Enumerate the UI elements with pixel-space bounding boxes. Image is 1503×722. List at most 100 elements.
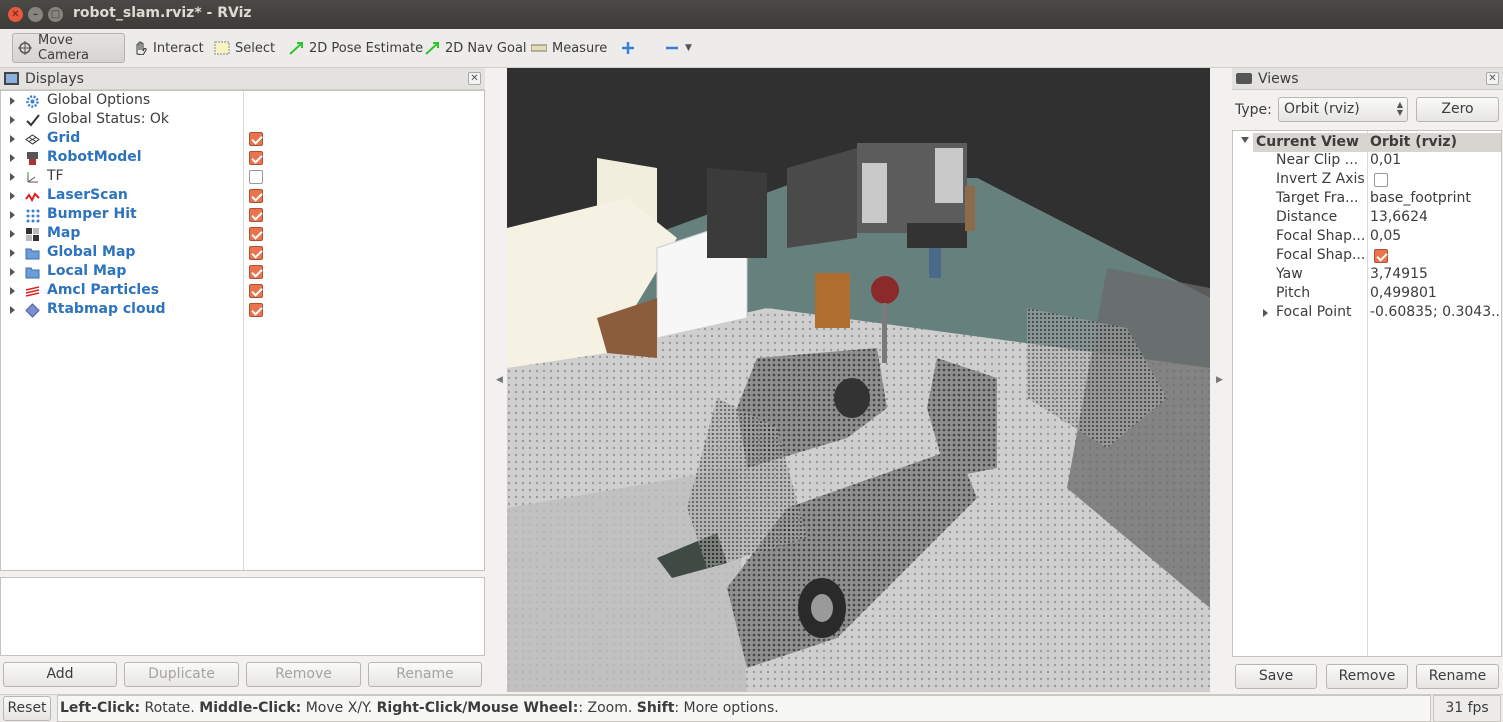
- robot-icon: [25, 151, 40, 166]
- displays-tree[interactable]: Global Options Global Status: Ok Grid Robot…: [0, 90, 485, 571]
- hint-left-click: Left-Click:: [60, 700, 141, 716]
- enable-checkbox[interactable]: [249, 227, 263, 241]
- enable-checkbox[interactable]: [249, 265, 263, 279]
- move-camera-icon: [17, 41, 33, 55]
- enable-checkbox[interactable]: [249, 132, 263, 146]
- view-property-row[interactable]: Target Fra... base_footprint: [1233, 190, 1501, 209]
- measure-button[interactable]: Measure: [527, 33, 611, 63]
- particles-icon: [25, 284, 40, 299]
- enable-checkbox[interactable]: [249, 151, 263, 165]
- expand-arrow-icon[interactable]: [10, 192, 15, 200]
- expand-arrow-icon[interactable]: [10, 306, 15, 314]
- view-type-select[interactable]: Orbit (rviz) ▲ ▼: [1278, 97, 1408, 122]
- view-property-row[interactable]: Near Clip ... 0,01: [1233, 152, 1501, 171]
- display-item[interactable]: RobotModel: [1, 149, 484, 168]
- zero-button[interactable]: Zero: [1416, 97, 1499, 122]
- property-key: Invert Z Axis: [1276, 171, 1365, 187]
- display-item[interactable]: Local Map: [1, 263, 484, 282]
- current-view-value: Orbit (rviz): [1370, 134, 1457, 150]
- display-item-label: Local Map: [47, 263, 127, 279]
- expand-arrow-icon[interactable]: [10, 230, 15, 238]
- property-value[interactable]: 13,6624: [1370, 209, 1500, 225]
- enable-checkbox[interactable]: [249, 189, 263, 203]
- display-item[interactable]: Global Map: [1, 244, 484, 263]
- green-arrow-icon: [424, 41, 440, 55]
- property-value[interactable]: 0,05: [1370, 228, 1500, 244]
- hand-icon: [132, 41, 148, 56]
- remove-tool-button[interactable]: ▼: [660, 33, 696, 63]
- close-icon[interactable]: ✕: [1486, 72, 1499, 85]
- enable-checkbox[interactable]: [249, 246, 263, 260]
- map-icon: [25, 227, 40, 242]
- property-key: Focal Shap...: [1276, 228, 1366, 244]
- display-item[interactable]: Grid: [1, 130, 484, 149]
- displays-title: Displays: [25, 70, 84, 87]
- enable-checkbox[interactable]: [249, 303, 263, 317]
- expand-arrow-icon[interactable]: [1241, 137, 1249, 143]
- view-property-row[interactable]: Pitch 0,499801: [1233, 285, 1501, 304]
- view-property-row[interactable]: Yaw 3,74915: [1233, 266, 1501, 285]
- window-minimize-icon[interactable]: –: [28, 7, 43, 22]
- views-remove-button[interactable]: Remove: [1326, 664, 1408, 689]
- window-title: robot_slam.rviz* - RViz: [73, 5, 252, 21]
- save-button[interactable]: Save: [1235, 664, 1317, 689]
- rename-button[interactable]: Rename: [368, 662, 482, 687]
- property-value[interactable]: 0,01: [1370, 152, 1500, 168]
- expand-arrow-icon[interactable]: [10, 135, 15, 143]
- collapse-right-icon[interactable]: ▶: [1216, 375, 1223, 385]
- expand-arrow-icon[interactable]: [10, 173, 15, 181]
- display-item[interactable]: Map: [1, 225, 484, 244]
- display-item[interactable]: Global Status: Ok: [1, 111, 484, 130]
- view-property-row[interactable]: Invert Z Axis: [1233, 171, 1501, 190]
- collapse-left-icon[interactable]: ◀: [496, 375, 503, 385]
- property-checkbox[interactable]: [1374, 173, 1388, 187]
- view-property-row[interactable]: Focal Point -0.60835; 0.3043...: [1233, 304, 1501, 323]
- select-button[interactable]: Select: [210, 33, 279, 63]
- nav-goal-button[interactable]: 2D Nav Goal: [420, 33, 531, 63]
- expand-arrow-icon[interactable]: [10, 154, 15, 162]
- fps-counter: 31 fps: [1433, 695, 1501, 722]
- folder-icon: [25, 265, 40, 280]
- property-checkbox[interactable]: [1374, 249, 1388, 263]
- add-tool-button[interactable]: [616, 33, 640, 63]
- display-item[interactable]: Global Options: [1, 92, 484, 111]
- expand-arrow-icon[interactable]: [10, 211, 15, 219]
- expand-arrow-icon[interactable]: [10, 97, 15, 105]
- views-property-tree[interactable]: Current View Orbit (rviz) Near Clip ... 0…: [1232, 130, 1502, 657]
- display-item[interactable]: Rtabmap cloud: [1, 301, 484, 320]
- view-property-row[interactable]: Focal Shap... 0,05: [1233, 228, 1501, 247]
- move-camera-button[interactable]: Move Camera: [12, 33, 125, 63]
- view-property-row[interactable]: Distance 13,6624: [1233, 209, 1501, 228]
- expand-arrow-icon[interactable]: [10, 116, 15, 124]
- current-view-header[interactable]: Current View Orbit (rviz): [1253, 133, 1501, 152]
- property-value[interactable]: 0,499801: [1370, 285, 1500, 301]
- hint-rotate: Rotate.: [140, 700, 200, 716]
- close-icon[interactable]: ✕: [468, 72, 481, 85]
- expand-arrow-icon[interactable]: [10, 249, 15, 257]
- pose-estimate-button[interactable]: 2D Pose Estimate: [284, 33, 427, 63]
- remove-button[interactable]: Remove: [246, 662, 361, 687]
- expand-arrow-icon[interactable]: [10, 287, 15, 295]
- expand-arrow-icon[interactable]: [1263, 309, 1268, 317]
- property-value[interactable]: -0.60835; 0.3043...: [1370, 304, 1500, 320]
- enable-checkbox[interactable]: [249, 208, 263, 222]
- display-item[interactable]: LaserScan: [1, 187, 484, 206]
- display-item[interactable]: TF: [1, 168, 484, 187]
- property-value[interactable]: 3,74915: [1370, 266, 1500, 282]
- 3d-render-viewport[interactable]: [507, 68, 1210, 692]
- display-item-label: Global Map: [47, 244, 136, 260]
- display-item[interactable]: Amcl Particles: [1, 282, 484, 301]
- view-property-row[interactable]: Focal Shap...: [1233, 247, 1501, 266]
- enable-checkbox[interactable]: [249, 170, 263, 184]
- enable-checkbox[interactable]: [249, 284, 263, 298]
- expand-arrow-icon[interactable]: [10, 268, 15, 276]
- views-rename-button[interactable]: Rename: [1416, 664, 1499, 689]
- add-button[interactable]: Add: [3, 662, 117, 687]
- duplicate-button[interactable]: Duplicate: [124, 662, 239, 687]
- property-value[interactable]: base_footprint: [1370, 190, 1500, 206]
- window-maximize-icon[interactable]: □: [48, 7, 63, 22]
- reset-button[interactable]: Reset: [3, 696, 51, 721]
- display-item[interactable]: Bumper Hit: [1, 206, 484, 225]
- interact-button[interactable]: Interact: [128, 33, 208, 63]
- window-close-icon[interactable]: ✕: [8, 7, 23, 22]
